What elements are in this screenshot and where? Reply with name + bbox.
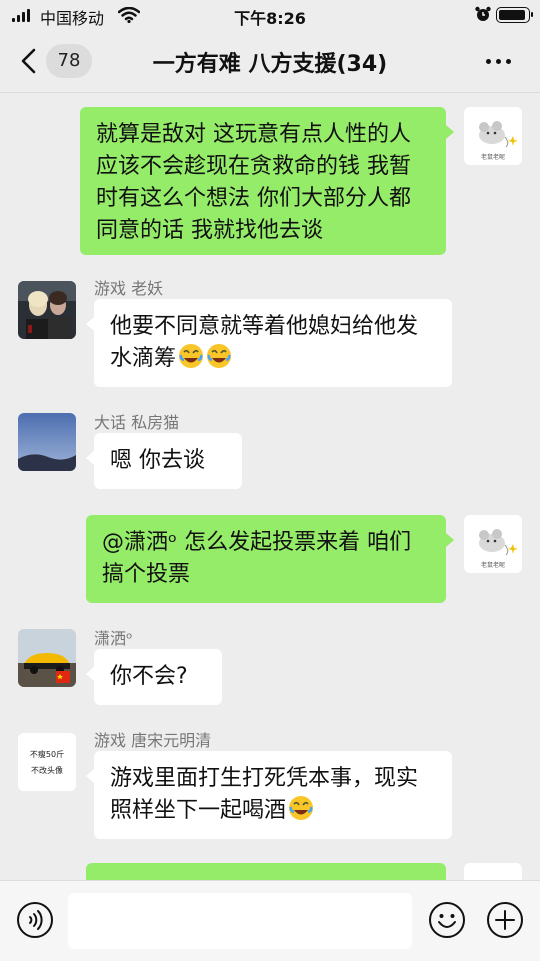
- rolling-laugh-emoji-icon: [207, 344, 232, 368]
- avatar-text-line1: 不瘦50斤: [30, 749, 64, 759]
- message-text: 游戏里面打生打死凭本事，现实照样坐下一起喝酒: [110, 766, 419, 823]
- self-avatar[interactable]: 老鼠老呢: [464, 515, 522, 573]
- message-list[interactable]: 就算是敌对 这玩意有点人性的人应该不会趁现在贪救命的钱 我暂时有这么个想法 你们…: [0, 92, 540, 881]
- sender-name: 大话 私房猫: [94, 413, 180, 432]
- emoji-icon[interactable]: [428, 901, 466, 939]
- status-bar: 中国移动 下午8:26: [0, 0, 540, 30]
- avatar-text-line2: 不改头像: [31, 765, 63, 775]
- input-bar: [0, 880, 540, 961]
- alarm-clock-icon: [475, 6, 491, 21]
- mouse-cartoon-icon: 老鼠老呢: [464, 515, 522, 573]
- avatar-caption: 老鼠老呢: [481, 561, 505, 569]
- message-text: 你不会?: [110, 664, 188, 689]
- rolling-laugh-emoji-icon: [289, 796, 314, 820]
- chat-title: 一方有难 八方支援(34): [152, 52, 388, 77]
- sender-name: 潇洒ᵒ: [94, 629, 133, 648]
- message-text: 嗯 你去谈: [110, 448, 205, 473]
- sender-avatar[interactable]: [18, 629, 76, 687]
- message-input[interactable]: [68, 893, 412, 949]
- message-bubble-incoming[interactable]: 你不会?: [86, 649, 222, 705]
- status-time: 下午8:26: [234, 9, 306, 28]
- mouse-cartoon-icon: 老鼠老呢: [464, 107, 522, 165]
- battery-icon: [496, 7, 533, 23]
- avatar-caption: 老鼠老呢: [481, 153, 505, 161]
- message-text: 就算是敌对 这玩意有点人性的人应该不会趁现在贪救命的钱 我暂时有这么个想法 你们…: [96, 122, 411, 243]
- self-avatar[interactable]: 老鼠老呢: [464, 107, 522, 165]
- sky-photo-icon: [18, 413, 76, 471]
- sender-avatar[interactable]: 不瘦50斤 不改头像: [18, 733, 76, 791]
- voice-input-icon[interactable]: [16, 901, 54, 939]
- plus-icon[interactable]: [486, 901, 524, 939]
- rolling-laugh-emoji-icon: [179, 344, 204, 368]
- message-text: 他要不同意就等着他媳妇给他发水滴筹: [110, 314, 419, 371]
- message-bubble-outgoing[interactable]: @潇洒ᵒ 怎么发起投票来着 咱们搞个投票: [86, 515, 454, 603]
- message-bubble-incoming[interactable]: 嗯 你去谈: [86, 433, 242, 489]
- self-avatar[interactable]: [464, 863, 522, 881]
- message-bubble-outgoing[interactable]: 就算是敌对 这玩意有点人性的人应该不会趁现在贪救命的钱 我暂时有这么个想法 你们…: [80, 107, 454, 255]
- message-text: @潇洒ᵒ 怎么发起投票来着 咱们搞个投票: [102, 530, 412, 587]
- more-options-icon[interactable]: [478, 46, 518, 76]
- sender-name: 游戏 唐宋元明清: [94, 731, 212, 750]
- message-bubble-incoming[interactable]: 游戏里面打生打死凭本事，现实照样坐下一起喝酒: [86, 751, 452, 839]
- message-bubble-incoming[interactable]: 他要不同意就等着他媳妇给他发水滴筹: [86, 299, 452, 387]
- sender-name: 游戏 老妖: [94, 279, 164, 298]
- text-avatar-icon: 不瘦50斤 不改头像: [18, 733, 76, 791]
- sender-avatar[interactable]: [18, 413, 76, 471]
- sender-avatar[interactable]: [18, 281, 76, 339]
- sports-car-photo-icon: [18, 629, 76, 687]
- message-bubble-outgoing[interactable]: [86, 863, 446, 881]
- chat-header: 78 一方有难 八方支援(34): [0, 30, 540, 92]
- people-photo-icon: [18, 281, 76, 339]
